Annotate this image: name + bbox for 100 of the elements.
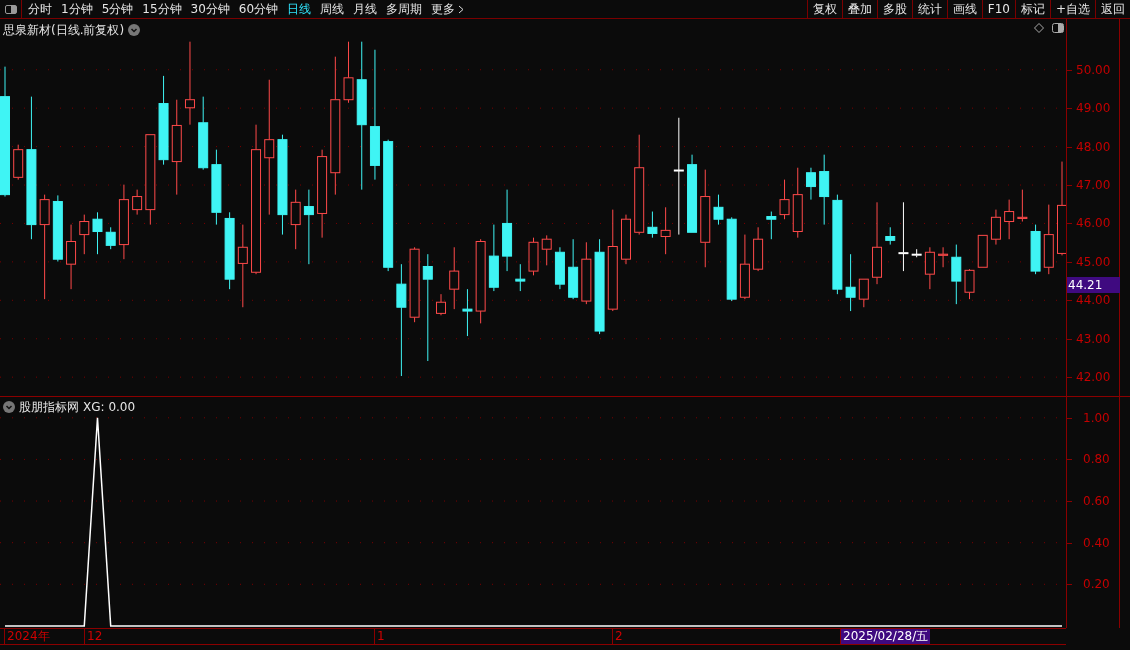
indicator-reading: XG: 0.00	[83, 399, 136, 416]
candlestick	[92, 211, 103, 255]
chevron-down-icon[interactable]	[3, 401, 15, 413]
candlestick	[713, 194, 724, 226]
candlestick	[0, 66, 10, 198]
candlestick	[184, 41, 195, 126]
chart-title: 思泉新材(日线.前复权)	[3, 22, 125, 39]
candlestick	[330, 56, 341, 196]
candlestick	[369, 49, 380, 181]
date-label: 1	[374, 629, 387, 644]
panel-toggle-icon[interactable]	[1052, 23, 1064, 33]
candlestick	[647, 211, 658, 239]
axis-label: 1.00	[1083, 411, 1110, 424]
candlestick	[845, 253, 856, 312]
candlestick	[449, 246, 460, 310]
candlestick	[251, 124, 262, 275]
axis-label: 46.00	[1076, 217, 1111, 230]
toolbar-button[interactable]: +自选	[1049, 0, 1095, 18]
candlestick	[158, 75, 169, 166]
date-label: 2025/02/28/五	[840, 629, 931, 644]
axis-label: 44.00	[1076, 294, 1111, 307]
candlestick	[792, 167, 803, 239]
period-tab[interactable]: 多周期	[386, 0, 423, 18]
axis-label: 0.60	[1083, 495, 1110, 508]
candlestick	[620, 214, 631, 265]
toolbar-button[interactable]: 画线	[946, 0, 982, 18]
candlestick	[898, 201, 909, 272]
candlestick	[739, 234, 750, 300]
period-tab[interactable]: 1分钟	[61, 0, 93, 18]
candlestick	[224, 211, 235, 290]
candlestick	[237, 224, 248, 308]
axis-label: 0.40	[1083, 536, 1110, 549]
candlestick	[753, 226, 764, 272]
diamond-icon[interactable]	[1034, 23, 1044, 33]
toolbar-button[interactable]: 标记	[1014, 0, 1050, 18]
candlestick	[211, 149, 222, 226]
period-tab[interactable]: 分时	[28, 0, 52, 18]
indicator-name: 股朋指标网	[19, 399, 79, 416]
axis-label: 45.00	[1076, 255, 1111, 268]
axis-label: 48.00	[1076, 140, 1111, 153]
candlestick	[990, 209, 1001, 246]
candlestick	[938, 246, 949, 268]
current-price-label: 44.21	[1067, 277, 1120, 293]
candlestick	[303, 189, 314, 265]
period-tab[interactable]: 周线	[320, 0, 345, 18]
period-tab[interactable]: 15分钟	[142, 0, 182, 18]
candlestick	[515, 263, 526, 292]
candlestick	[264, 79, 275, 216]
candlestick	[118, 184, 129, 260]
candlestick	[171, 99, 182, 196]
candlestick	[951, 244, 962, 305]
toolbar-button[interactable]: 统计	[911, 0, 947, 18]
period-tab[interactable]: 60分钟	[238, 0, 279, 18]
candlestick	[660, 206, 671, 255]
candlestick	[541, 234, 552, 266]
candlestick	[700, 169, 711, 268]
candlestick	[356, 41, 367, 191]
candlestick	[132, 189, 143, 216]
candlestick	[554, 246, 565, 290]
candlestick	[462, 288, 473, 337]
candlestick	[924, 246, 935, 290]
axis-label: 42.00	[1076, 371, 1111, 384]
period-tab[interactable]: 更多	[431, 0, 465, 18]
chevron-right-icon	[458, 4, 465, 14]
candlestick	[502, 189, 513, 272]
candlestick	[872, 201, 883, 285]
candlestick	[819, 154, 830, 226]
period-tab[interactable]: 日线	[287, 0, 312, 18]
date-label: 12	[84, 629, 105, 644]
period-tab[interactable]: 月线	[353, 0, 378, 18]
candlestick	[66, 224, 77, 290]
candlestick	[634, 134, 645, 236]
period-tab[interactable]: 5分钟	[101, 0, 134, 18]
candlestick	[198, 96, 209, 171]
chevron-down-icon[interactable]	[128, 24, 141, 36]
candlestick	[1017, 189, 1028, 223]
period-tab[interactable]: 30分钟	[190, 0, 230, 18]
axis-label: 43.00	[1076, 332, 1111, 345]
date-label: 2024年	[4, 629, 52, 644]
axis-label: 0.20	[1083, 578, 1110, 591]
candlestick	[488, 224, 499, 292]
toolbar-button[interactable]: 多股	[876, 0, 912, 18]
candlestick	[568, 238, 579, 300]
date-label: 2	[612, 629, 625, 644]
candlestick	[885, 226, 896, 246]
candlestick	[673, 117, 684, 236]
toolbar-button[interactable]: 复权	[806, 0, 842, 18]
candlestick	[290, 189, 301, 250]
candlestick	[26, 96, 37, 240]
candlestick	[52, 194, 63, 262]
toolbar-button[interactable]: 返回	[1095, 0, 1130, 18]
axis-label: 47.00	[1076, 179, 1111, 191]
toolbar-button[interactable]: F10	[981, 0, 1015, 18]
candlestick	[317, 149, 328, 239]
toolbar-button[interactable]: 叠加	[841, 0, 877, 18]
axis-label: 49.00	[1076, 102, 1111, 115]
candlestick	[396, 263, 407, 377]
candlestick	[343, 41, 354, 104]
candlestick	[475, 238, 486, 324]
candlestick	[436, 293, 447, 316]
